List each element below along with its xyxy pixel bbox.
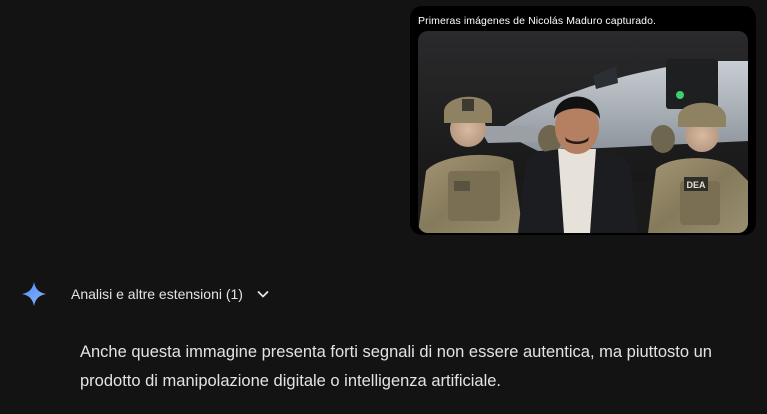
extensions-row[interactable]: Analisi e altre estensioni (1) xyxy=(20,280,270,308)
shared-image-card[interactable]: Primeras imágenes de Nicolás Maduro capt… xyxy=(410,6,756,235)
response-paragraph: Anche questa immagine presenta forti seg… xyxy=(80,343,712,390)
chevron-down-icon[interactable] xyxy=(256,287,270,301)
gemini-sparkle-icon xyxy=(22,282,46,306)
extensions-label[interactable]: Analisi e altre estensioni (1) xyxy=(71,286,243,302)
shared-photo[interactable]: DEA xyxy=(418,31,748,233)
image-caption: Primeras imágenes de Nicolás Maduro capt… xyxy=(418,15,657,27)
chat-page: Primeras imágenes de Nicolás Maduro capt… xyxy=(0,0,767,414)
photo-illustration: DEA xyxy=(418,31,748,233)
dea-patch-text: DEA xyxy=(686,180,706,190)
